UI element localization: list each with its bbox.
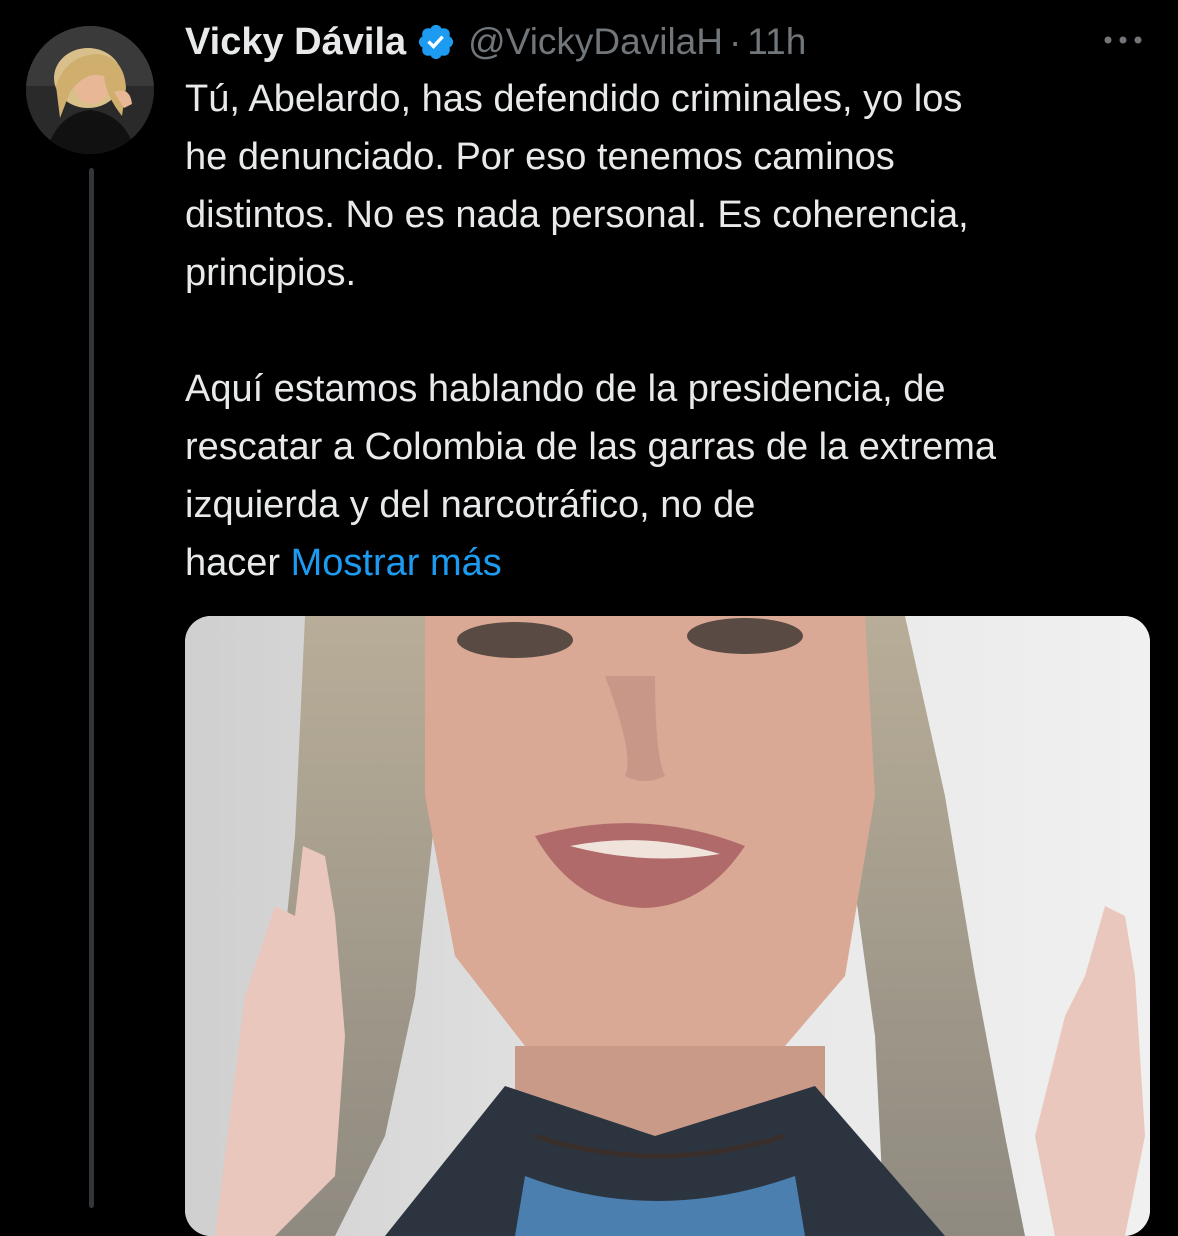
tweet-card[interactable]: Vicky Dávila @VickyDavilaH · 11h Tú, Abe…	[0, 0, 1178, 1236]
tweet-text-line: izquierda y del narcotráfico, no de	[185, 484, 756, 526]
author-display-name[interactable]: Vicky Dávila	[185, 21, 406, 64]
tweet-text-line: principios.	[185, 252, 357, 294]
video-frame-image	[185, 616, 1150, 1236]
tweet-timestamp[interactable]: 11h	[747, 21, 806, 63]
tweet-body: Tú, Abelardo, has defendido criminales, …	[185, 70, 1160, 592]
tweet-text-line: Tú, Abelardo, has defendido criminales, …	[185, 78, 963, 120]
tweet-text-last-line: hacer Mostrar más	[185, 534, 1160, 592]
tweet-text-line: distintos. No es nada personal. Es coher…	[185, 194, 969, 236]
verified-badge-icon	[416, 22, 456, 62]
author-handle[interactable]: @VickyDavilaH	[468, 21, 723, 63]
tweet-video-media[interactable]	[185, 616, 1150, 1236]
tweet-text-line: rescatar a Colombia de las garras de la …	[185, 426, 997, 468]
more-horizontal-icon[interactable]	[1101, 30, 1145, 50]
tweet-text-fragment: hacer	[185, 542, 281, 584]
author-avatar[interactable]	[26, 26, 154, 154]
tweet-text-line: Aquí estamos hablando de la presidencia,…	[185, 368, 946, 410]
show-more-link[interactable]: Mostrar más	[291, 542, 502, 584]
header-separator: ·	[728, 21, 742, 62]
tweet-text-line: he denunciado. Por eso tenemos caminos	[185, 136, 895, 178]
tweet-header: Vicky Dávila @VickyDavilaH · 11h	[185, 14, 806, 70]
thread-connector-line	[89, 168, 94, 1208]
